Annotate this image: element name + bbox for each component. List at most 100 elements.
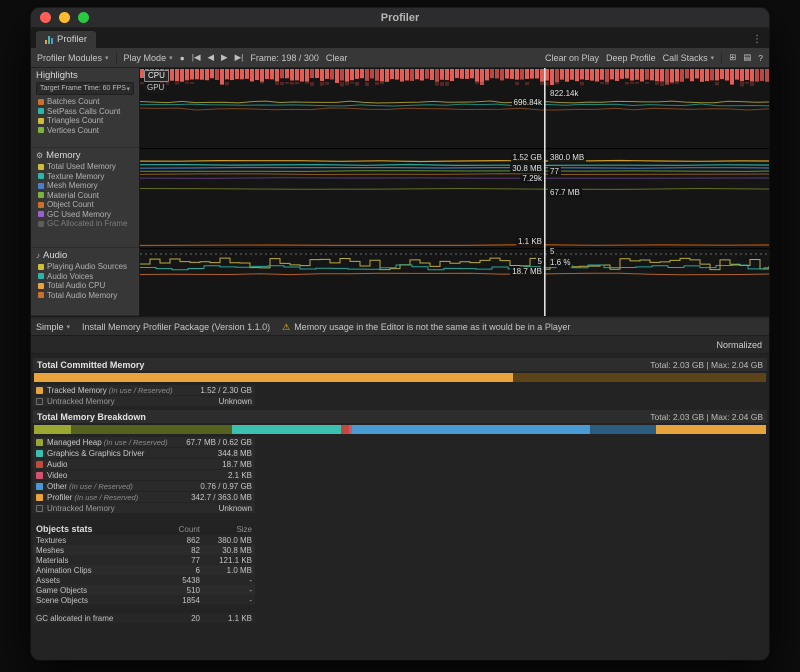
legend-color-swatch (36, 472, 43, 479)
legend-row-video[interactable]: Video2.1 KB (33, 470, 255, 480)
section-totals: Total: 2.03 GB | Max: 2.04 GB (650, 412, 763, 422)
profiler-modules-dropdown[interactable]: Profiler Modules ▾ (37, 53, 109, 63)
gpu-label-chip[interactable]: GPU (144, 83, 167, 93)
zoom-window-button[interactable] (78, 12, 89, 23)
performance-charts-canvas[interactable] (140, 68, 769, 316)
section-header: Total Committed Memory Total: 2.03 GB | … (33, 358, 767, 371)
next-frame-button[interactable]: ▶ (221, 52, 228, 63)
stat-count: 862 (156, 536, 200, 545)
stat-label: Scene Objects (36, 596, 156, 605)
chart-area[interactable]: CPU GPU 822.14k696.84k1.52 GB380.0 MB30.… (140, 68, 769, 316)
legend-label: Managed Heap (In use / Reserved) (47, 438, 186, 447)
counter-batches-count[interactable]: Batches Count (31, 97, 139, 107)
legend-row-managed-heap[interactable]: Managed Heap (In use / Reserved)67.7 MB … (33, 437, 255, 447)
stat-size: - (200, 596, 252, 605)
counter-setpass-calls-count[interactable]: SetPass Calls Count (31, 107, 139, 117)
cpu-label-chip[interactable]: CPU (144, 70, 169, 82)
objects-stats-row-meshes[interactable]: Meshes8230.8 MB (33, 545, 255, 555)
stat-size: - (200, 586, 252, 595)
previous-frame-button[interactable]: ◀ (207, 52, 214, 63)
memory-bar-segment (34, 425, 71, 434)
counter-label: Total Used Memory (47, 162, 116, 171)
profiler-modules-label: Profiler Modules (37, 53, 102, 63)
objects-stats-row-assets[interactable]: Assets5438- (33, 575, 255, 585)
counter-color-chip (38, 192, 44, 198)
layout-grid-icon[interactable]: ⊞ (729, 52, 736, 63)
counter-label: Texture Memory (47, 172, 104, 181)
clear-on-play-toggle[interactable]: Clear on Play (545, 53, 599, 63)
committed-memory-bar[interactable] (34, 373, 766, 382)
counter-object-count[interactable]: Object Count (31, 200, 139, 210)
legend-row-audio[interactable]: Audio18.7 MB (33, 459, 255, 469)
first-frame-button[interactable]: |◀ (192, 52, 201, 63)
last-frame-button[interactable]: ▶| (235, 52, 244, 63)
stat-size: 121.1 KB (200, 556, 252, 565)
legend-row-profiler[interactable]: Profiler (In use / Reserved)342.7 / 363.… (33, 492, 255, 502)
help-icon[interactable]: ? (758, 53, 763, 63)
memory-breakdown-bar[interactable] (34, 425, 766, 434)
legend-row-tracked-memory[interactable]: Tracked Memory (In use / Reserved)1.52 /… (33, 385, 255, 395)
tab-profiler[interactable]: Profiler (36, 31, 96, 48)
minimize-window-button[interactable] (59, 12, 70, 23)
counter-label: Material Count (47, 191, 99, 200)
stat-size: 1.1 KB (200, 614, 252, 623)
counter-label: Total Audio Memory (47, 291, 117, 300)
counter-audio-voices[interactable]: Audio Voices (31, 272, 139, 282)
counter-color-chip (38, 292, 44, 298)
call-stacks-dropdown[interactable]: Call Stacks ▾ (663, 53, 715, 63)
play-mode-label: Play Mode (124, 53, 167, 63)
counter-gc-used-memory[interactable]: GC Used Memory (31, 210, 139, 220)
objects-stats-row-materials[interactable]: Materials77121.1 KB (33, 555, 255, 565)
legend-row-graphics-graphics-driver[interactable]: Graphics & Graphics Driver344.8 MB (33, 448, 255, 458)
close-window-button[interactable] (40, 12, 51, 23)
counter-playing-audio-sources[interactable]: Playing Audio Sources (31, 262, 139, 272)
size-column-header: Size (200, 525, 252, 534)
counter-gc-allocated-in-frame[interactable]: GC Allocated in Frame (31, 219, 139, 229)
window-menu-icon[interactable]: ⋮ (752, 34, 769, 48)
counter-triangles-count[interactable]: Triangles Count (31, 116, 139, 126)
objects-stats-row-game-objects[interactable]: Game Objects510- (33, 585, 255, 595)
counter-total-audio-cpu[interactable]: Total Audio CPU (31, 281, 139, 291)
call-stacks-label: Call Stacks (663, 53, 708, 63)
legend-value: 1.52 / 2.30 GB (200, 386, 252, 395)
counter-material-count[interactable]: Material Count (31, 191, 139, 201)
counter-label: Batches Count (47, 97, 99, 106)
count-column-header: Count (156, 525, 200, 534)
install-memory-profiler-button[interactable]: Install Memory Profiler Package (Version… (82, 322, 270, 332)
objects-stats-row-textures[interactable]: Textures862380.0 MB (33, 535, 255, 545)
record-button[interactable]: ● (180, 53, 185, 63)
chevron-down-icon: ▾ (67, 323, 71, 331)
panel-icon[interactable]: ▤ (743, 52, 751, 63)
counter-total-audio-memory[interactable]: Total Audio Memory (31, 291, 139, 301)
counter-label: SetPass Calls Count (47, 107, 120, 116)
module-header-audio[interactable]: ♪Audio (31, 248, 139, 262)
objects-stats-row-gc-allocated-in-frame[interactable]: GC allocated in frame201.1 KB (33, 613, 255, 623)
macos-titlebar[interactable]: Profiler (31, 8, 769, 28)
deep-profile-toggle[interactable]: Deep Profile (606, 53, 656, 63)
module-title: Highlights (36, 70, 78, 81)
total-memory-breakdown-section: Total Memory Breakdown Total: 2.03 GB | … (33, 410, 767, 513)
play-mode-dropdown[interactable]: Play Mode ▾ (124, 53, 173, 63)
objects-stats-row-animation-clips[interactable]: Animation Clips61.0 MB (33, 565, 255, 575)
counter-mesh-memory[interactable]: Mesh Memory (31, 181, 139, 191)
module-header-memory[interactable]: ⚙Memory (31, 148, 139, 162)
counter-vertices-count[interactable]: Vertices Count (31, 126, 139, 136)
module-header-highlights[interactable]: Highlights (31, 68, 139, 82)
clear-button[interactable]: Clear (326, 53, 348, 63)
target-frame-time-dropdown[interactable]: Target Frame Time: 60 FPS▾ (36, 82, 134, 95)
modules-sidebar: HighlightsTarget Frame Time: 60 FPS▾ Batc… (31, 68, 140, 316)
counter-total-used-memory[interactable]: Total Used Memory (31, 162, 139, 172)
legend-row-untracked-memory[interactable]: Untracked MemoryUnknown (33, 503, 255, 513)
normalized-toggle[interactable]: Normalized (713, 340, 765, 350)
counter-color-chip (38, 221, 44, 227)
tab-label: Profiler (57, 34, 87, 45)
chevron-down-icon: ▾ (105, 54, 109, 62)
counter-texture-memory[interactable]: Texture Memory (31, 172, 139, 182)
toolbar-separator (116, 52, 117, 64)
legend-color-swatch (36, 398, 43, 405)
details-view-dropdown[interactable]: Simple ▾ (36, 322, 70, 332)
objects-stats-row-scene-objects[interactable]: Scene Objects1854- (33, 595, 255, 605)
legend-color-swatch (36, 450, 43, 457)
legend-row-other[interactable]: Other (In use / Reserved)0.76 / 0.97 GB (33, 481, 255, 491)
legend-row-untracked-memory[interactable]: Untracked MemoryUnknown (33, 396, 255, 406)
